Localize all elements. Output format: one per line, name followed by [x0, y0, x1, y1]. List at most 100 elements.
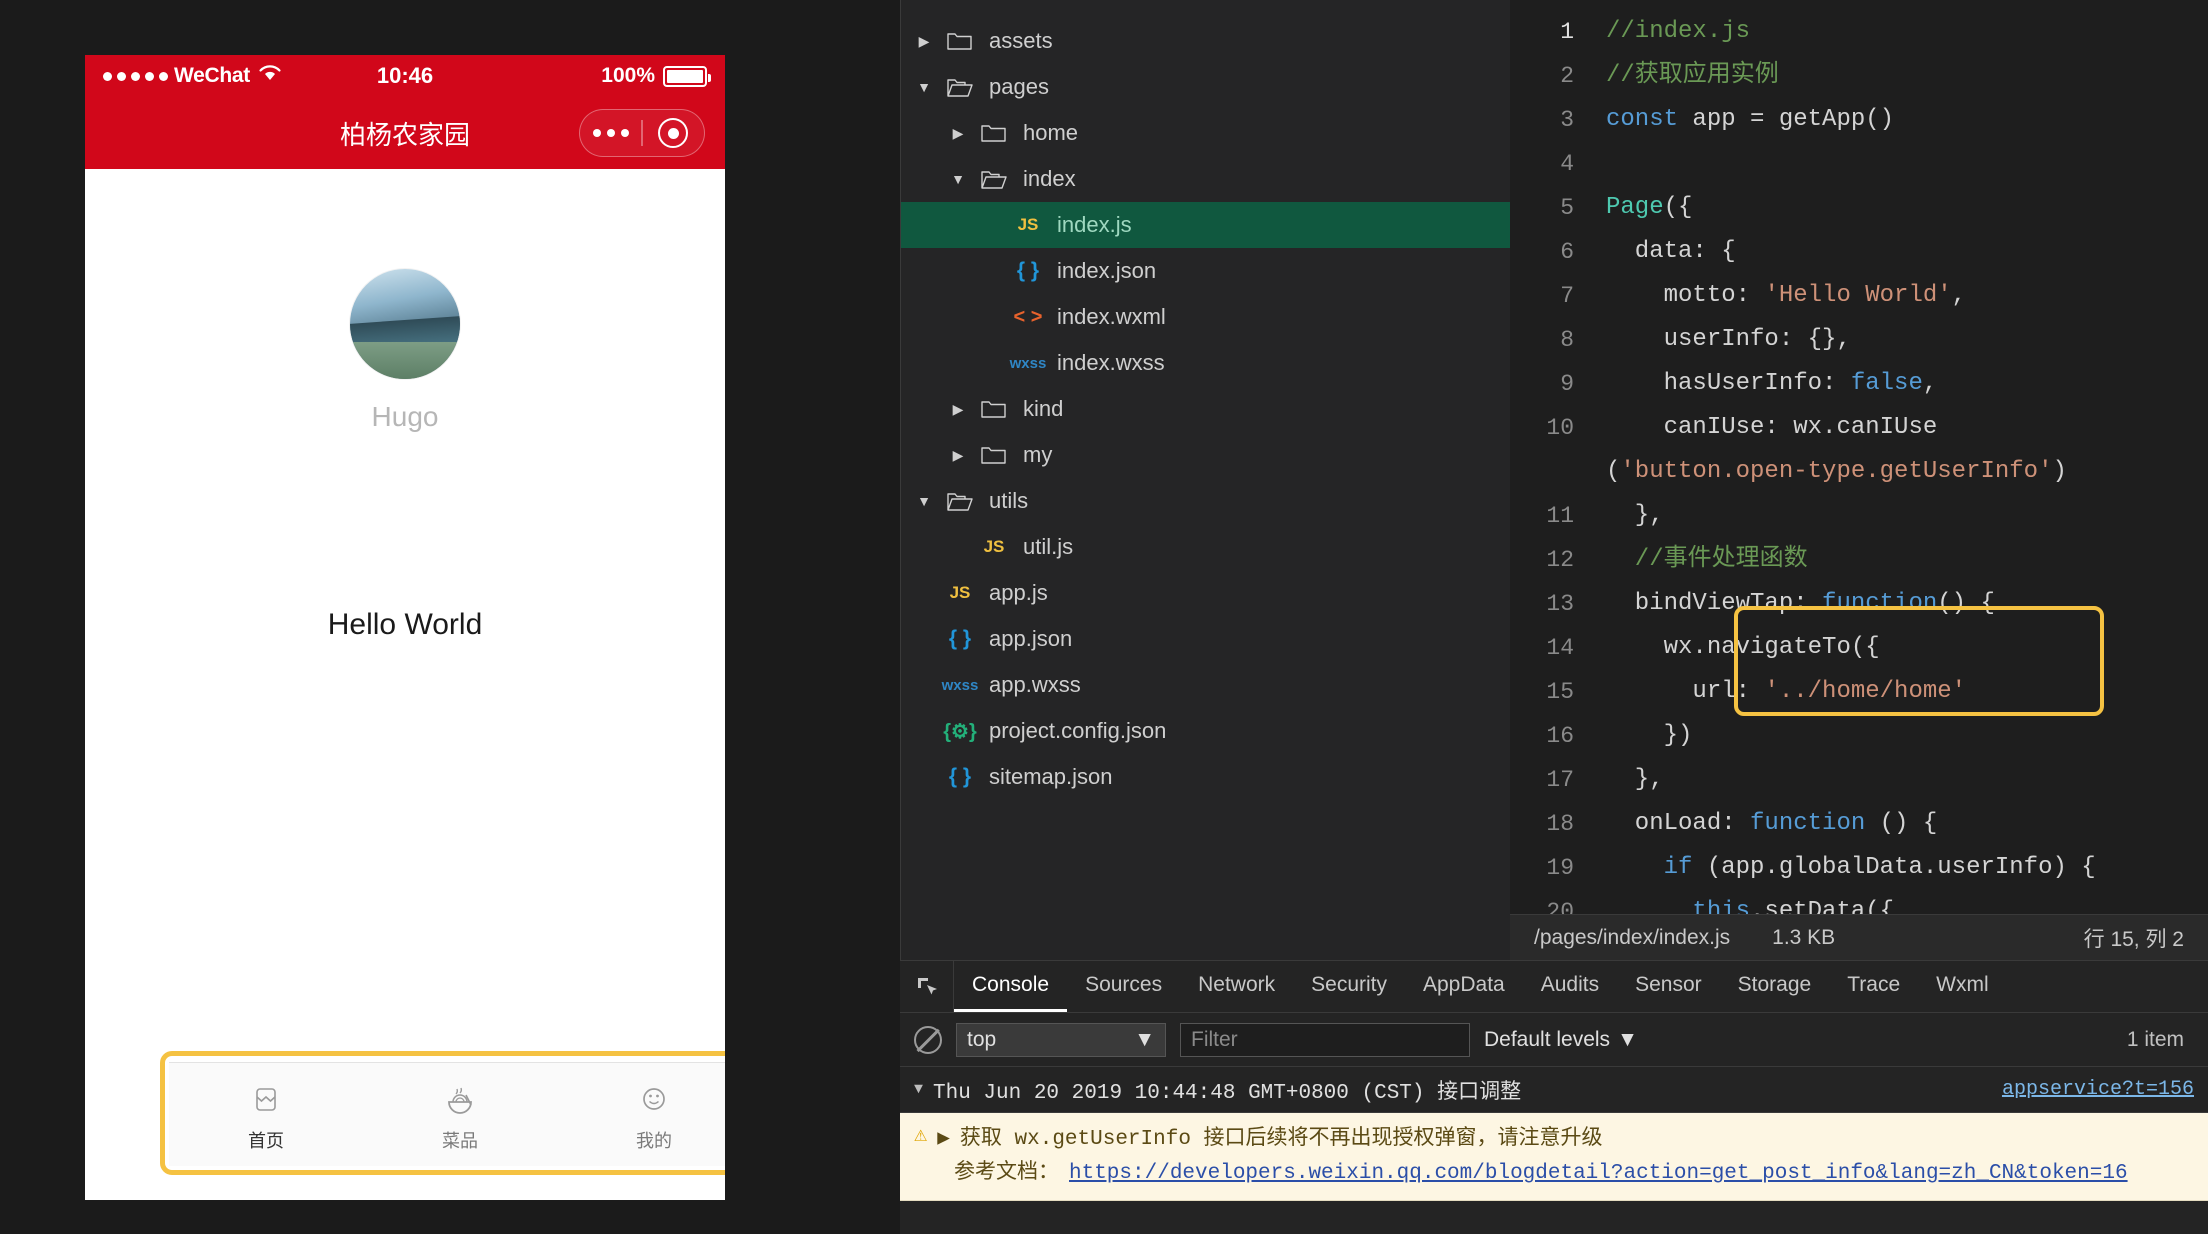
- code-line[interactable]: hasUserInfo: false,: [1606, 362, 2208, 406]
- code-line[interactable]: url: '../home/home': [1606, 670, 2208, 714]
- tree-row-sitemap-json[interactable]: · { } sitemap.json: [901, 754, 1510, 800]
- devtools-tab-network[interactable]: Network: [1180, 961, 1293, 1012]
- code-editor-pane[interactable]: 123456789101112131415161718192021 //inde…: [1510, 0, 2208, 960]
- avatar[interactable]: [350, 269, 460, 379]
- code-line[interactable]: data: {: [1606, 230, 2208, 274]
- chevron-right-icon[interactable]: ▶: [945, 401, 971, 418]
- tree-row-my[interactable]: ▶ my: [901, 432, 1510, 478]
- tree-row-index-wxss[interactable]: ·wxss index.wxss: [901, 340, 1510, 386]
- devtools-tab-trace[interactable]: Trace: [1829, 961, 1918, 1012]
- code-line[interactable]: onLoad: function () {: [1606, 802, 2208, 846]
- tree-row-pages[interactable]: ▼ pages: [901, 64, 1510, 110]
- code-line[interactable]: userInfo: {},: [1606, 318, 2208, 362]
- code-line[interactable]: },: [1606, 494, 2208, 538]
- warning-doc-link[interactable]: https://developers.weixin.qq.com/blogdet…: [1069, 1157, 2128, 1191]
- storefront-icon: [244, 1077, 288, 1121]
- code-token: },: [1606, 502, 1664, 529]
- tree-row-utils[interactable]: ▼ utils: [901, 478, 1510, 524]
- code-line[interactable]: motto: 'Hello World',: [1606, 274, 2208, 318]
- js-file-icon: JS: [983, 537, 1005, 556]
- tree-row-util-js[interactable]: · JS util.js: [901, 524, 1510, 570]
- tree-row-index-wxml[interactable]: · < > index.wxml: [901, 294, 1510, 340]
- tree-row-index-json[interactable]: · { } index.json: [901, 248, 1510, 294]
- devtools-tab-audits[interactable]: Audits: [1523, 961, 1617, 1012]
- code-token: ): [2052, 458, 2067, 485]
- code-line[interactable]: if (app.globalData.userInfo) {: [1606, 846, 2208, 890]
- devtools-tab-console[interactable]: Console: [954, 961, 1068, 1012]
- code-token: url:: [1606, 678, 1765, 705]
- code-token: .setData({: [1750, 898, 1895, 914]
- tabbar-item-dishes[interactable]: 菜品: [363, 1063, 557, 1166]
- file-tree-pane[interactable]: ▶ assets ▼ pages ▶ home ▼ index · JS index.js · { } i…: [900, 0, 1510, 960]
- tree-row-home[interactable]: ▶ home: [901, 110, 1510, 156]
- code-line[interactable]: [1606, 142, 2208, 186]
- code-line[interactable]: Page({: [1606, 186, 2208, 230]
- code-line[interactable]: bindViewTap: function() {: [1606, 582, 2208, 626]
- file-tree[interactable]: ▶ assets ▼ pages ▶ home ▼ index · JS index.js · { } i…: [901, 0, 1510, 800]
- code-line[interactable]: //事件处理函数: [1606, 538, 2208, 582]
- tree-row-app-json[interactable]: · { } app.json: [901, 616, 1510, 662]
- tabbar-item-mine[interactable]: 我的: [557, 1063, 725, 1166]
- line-number: 16: [1546, 723, 1574, 749]
- code-line[interactable]: canIUse: wx.canIUse: [1606, 406, 2208, 450]
- devtools-tab-storage[interactable]: Storage: [1720, 961, 1830, 1012]
- smiley-face-icon: [632, 1077, 676, 1121]
- code-content[interactable]: //index.js //获取应用实例 const app = getApp() Pa…: [1588, 0, 2208, 914]
- twisty-spacer: ·: [979, 263, 1005, 279]
- devtools-tab-wxml[interactable]: Wxml: [1918, 961, 2006, 1012]
- code-token: '../home/home': [1764, 678, 1967, 705]
- chevron-right-icon[interactable]: ▶: [937, 1123, 950, 1157]
- code-line[interactable]: this.setData({: [1606, 890, 2208, 914]
- code-line[interactable]: const app = getApp(): [1606, 98, 2208, 142]
- log-level-select[interactable]: Default levels ▼: [1484, 1028, 1638, 1052]
- tree-row-kind[interactable]: ▶ kind: [901, 386, 1510, 432]
- wechat-capsule-button[interactable]: [579, 109, 705, 157]
- log-group-header[interactable]: ▼ Thu Jun 20 2019 10:44:48 GMT+0800 (CST…: [900, 1067, 2208, 1113]
- code-line[interactable]: //获取应用实例: [1606, 54, 2208, 98]
- filter-input[interactable]: Filter: [1180, 1022, 1470, 1057]
- code-area[interactable]: 123456789101112131415161718192021 //inde…: [1510, 0, 2208, 914]
- code-token: hasUserInfo:: [1606, 370, 1851, 397]
- devtools-panel[interactable]: Console Sources Network Security AppData Audi…: [900, 960, 2208, 1234]
- devtools-tab-sources[interactable]: Sources: [1067, 961, 1180, 1012]
- tree-row-index[interactable]: ▼ index: [901, 156, 1510, 202]
- code-line[interactable]: wx.navigateTo({: [1606, 626, 2208, 670]
- code-line[interactable]: }): [1606, 714, 2208, 758]
- chevron-down-icon[interactable]: ▼: [914, 1081, 923, 1098]
- devtools-tab-security[interactable]: Security: [1293, 961, 1405, 1012]
- code-token: //获取应用实例: [1606, 62, 1779, 89]
- tree-row-index-js[interactable]: · JS index.js: [901, 202, 1510, 248]
- code-line[interactable]: //index.js: [1606, 10, 2208, 54]
- chevron-down-icon[interactable]: ▼: [911, 79, 937, 95]
- more-menu-icon[interactable]: [580, 129, 641, 137]
- chevron-down-icon[interactable]: ▼: [911, 493, 937, 509]
- console-warning-entry[interactable]: ⚠ ▶ 获取 wx.getUserInfo 接口后续将不再出现授权弹窗，请注意升…: [900, 1113, 2208, 1202]
- chevron-right-icon[interactable]: ▶: [945, 447, 971, 464]
- tree-row-assets[interactable]: ▶ assets: [901, 18, 1510, 64]
- tabbar-highlight-box: 首页 菜品 我的: [160, 1051, 725, 1175]
- chevron-right-icon[interactable]: ▶: [911, 33, 937, 50]
- devtools-tab-sensor[interactable]: Sensor: [1617, 961, 1720, 1012]
- log-source-link[interactable]: appservice?t=156: [2002, 1078, 2194, 1101]
- close-target-icon[interactable]: [643, 118, 704, 148]
- devtools-tabstrip[interactable]: Console Sources Network Security AppData Audi…: [900, 961, 2208, 1013]
- clear-console-icon[interactable]: [914, 1025, 942, 1054]
- tree-row-project-config-json[interactable]: · {⚙} project.config.json: [901, 708, 1510, 754]
- code-line[interactable]: ('button.open-type.getUserInfo'): [1606, 450, 2208, 494]
- tabbar-item-home[interactable]: 首页: [169, 1063, 363, 1166]
- chevron-down-icon[interactable]: ▼: [945, 171, 971, 187]
- tree-row-app-wxss[interactable]: ·wxss app.wxss: [901, 662, 1510, 708]
- context-select[interactable]: top ▼: [956, 1022, 1166, 1057]
- tree-label: sitemap.json: [989, 764, 1113, 789]
- inspect-element-icon[interactable]: [900, 961, 954, 1012]
- code-line[interactable]: },: [1606, 758, 2208, 802]
- tree-row-app-js[interactable]: · JS app.js: [901, 570, 1510, 616]
- console-toolbar[interactable]: top ▼ Filter Default levels ▼ 1 item: [900, 1013, 2208, 1067]
- battery-icon: [663, 65, 711, 87]
- line-number: 15: [1546, 679, 1574, 705]
- chevron-right-icon[interactable]: ▶: [945, 125, 971, 142]
- json-file-icon: { }: [948, 627, 972, 650]
- devtools-tab-appdata[interactable]: AppData: [1405, 961, 1523, 1012]
- console-log-list[interactable]: ▼ Thu Jun 20 2019 10:44:48 GMT+0800 (CST…: [900, 1067, 2208, 1234]
